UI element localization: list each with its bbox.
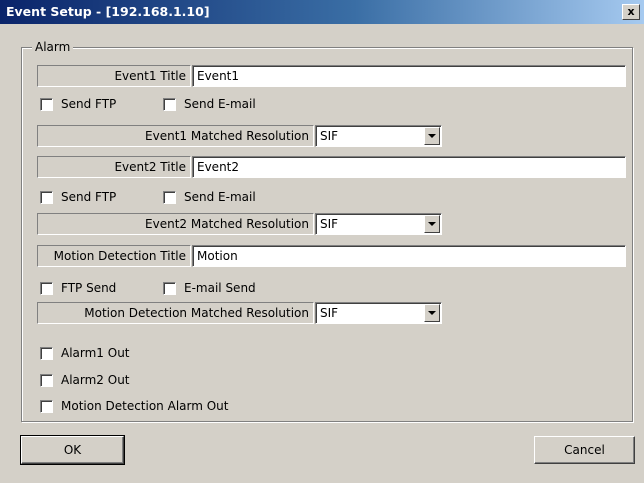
- motion-title-input[interactable]: Motion: [192, 245, 626, 267]
- event1-title-input[interactable]: Event1: [192, 65, 626, 87]
- checkbox-box-icon[interactable]: [163, 281, 176, 295]
- checkbox-box-icon[interactable]: [40, 281, 53, 295]
- event2-send-email-checkbox[interactable]: Send E-mail: [163, 189, 256, 205]
- checkbox-box-icon[interactable]: [40, 399, 53, 413]
- cancel-button[interactable]: Cancel: [534, 436, 635, 464]
- motion-title-label: Motion Detection Title: [37, 245, 191, 267]
- event2-send-email-label: Send E-mail: [184, 190, 256, 204]
- event1-resolution-select[interactable]: SIF: [315, 125, 442, 147]
- motion-resolution-value: SIF: [320, 306, 339, 320]
- motion-ftp-send-label: FTP Send: [61, 281, 117, 295]
- event1-send-email-checkbox[interactable]: Send E-mail: [163, 96, 256, 112]
- event2-send-ftp-checkbox[interactable]: Send FTP: [40, 189, 116, 205]
- motion-alarm-out-checkbox[interactable]: Motion Detection Alarm Out: [40, 398, 228, 414]
- alarm2-out-label: Alarm2 Out: [61, 373, 130, 387]
- motion-ftp-send-checkbox[interactable]: FTP Send: [40, 280, 116, 296]
- checkbox-box-icon[interactable]: [40, 97, 53, 111]
- motion-email-send-checkbox[interactable]: E-mail Send: [163, 280, 256, 296]
- event1-title-label: Event1 Title: [37, 65, 191, 87]
- event2-send-ftp-label: Send FTP: [61, 190, 117, 204]
- event1-resolution-label: Event1 Matched Resolution: [37, 125, 314, 147]
- checkbox-box-icon[interactable]: [163, 190, 176, 204]
- checkbox-box-icon[interactable]: [40, 373, 53, 387]
- ok-button[interactable]: OK: [20, 435, 125, 465]
- event2-title-label: Event2 Title: [37, 156, 191, 178]
- event1-send-ftp-label: Send FTP: [61, 97, 117, 111]
- checkbox-box-icon[interactable]: [40, 190, 53, 204]
- event1-send-email-label: Send E-mail: [184, 97, 256, 111]
- motion-resolution-select[interactable]: SIF: [315, 302, 442, 324]
- event2-resolution-label: Event2 Matched Resolution: [37, 213, 314, 235]
- title-bar: Event Setup - [192.168.1.10] x: [0, 0, 644, 24]
- close-icon[interactable]: x: [622, 4, 640, 20]
- checkbox-box-icon[interactable]: [40, 346, 53, 360]
- alarm2-out-checkbox[interactable]: Alarm2 Out: [40, 372, 130, 388]
- event1-resolution-value: SIF: [320, 129, 339, 143]
- event2-resolution-value: SIF: [320, 217, 339, 231]
- alarm1-out-checkbox[interactable]: Alarm1 Out: [40, 345, 130, 361]
- event1-send-ftp-checkbox[interactable]: Send FTP: [40, 96, 116, 112]
- chevron-down-icon[interactable]: [424, 215, 440, 233]
- window-title: Event Setup - [192.168.1.10]: [6, 4, 210, 19]
- event2-title-input[interactable]: Event2: [192, 156, 626, 178]
- alarm-group-legend: Alarm: [32, 40, 74, 54]
- motion-email-send-label: E-mail Send: [184, 281, 256, 295]
- checkbox-box-icon[interactable]: [163, 97, 176, 111]
- chevron-down-icon[interactable]: [424, 127, 440, 145]
- motion-resolution-label: Motion Detection Matched Resolution: [37, 302, 314, 324]
- chevron-down-icon[interactable]: [424, 304, 440, 322]
- motion-alarm-out-label: Motion Detection Alarm Out: [61, 399, 229, 413]
- alarm1-out-label: Alarm1 Out: [61, 346, 130, 360]
- event2-resolution-select[interactable]: SIF: [315, 213, 442, 235]
